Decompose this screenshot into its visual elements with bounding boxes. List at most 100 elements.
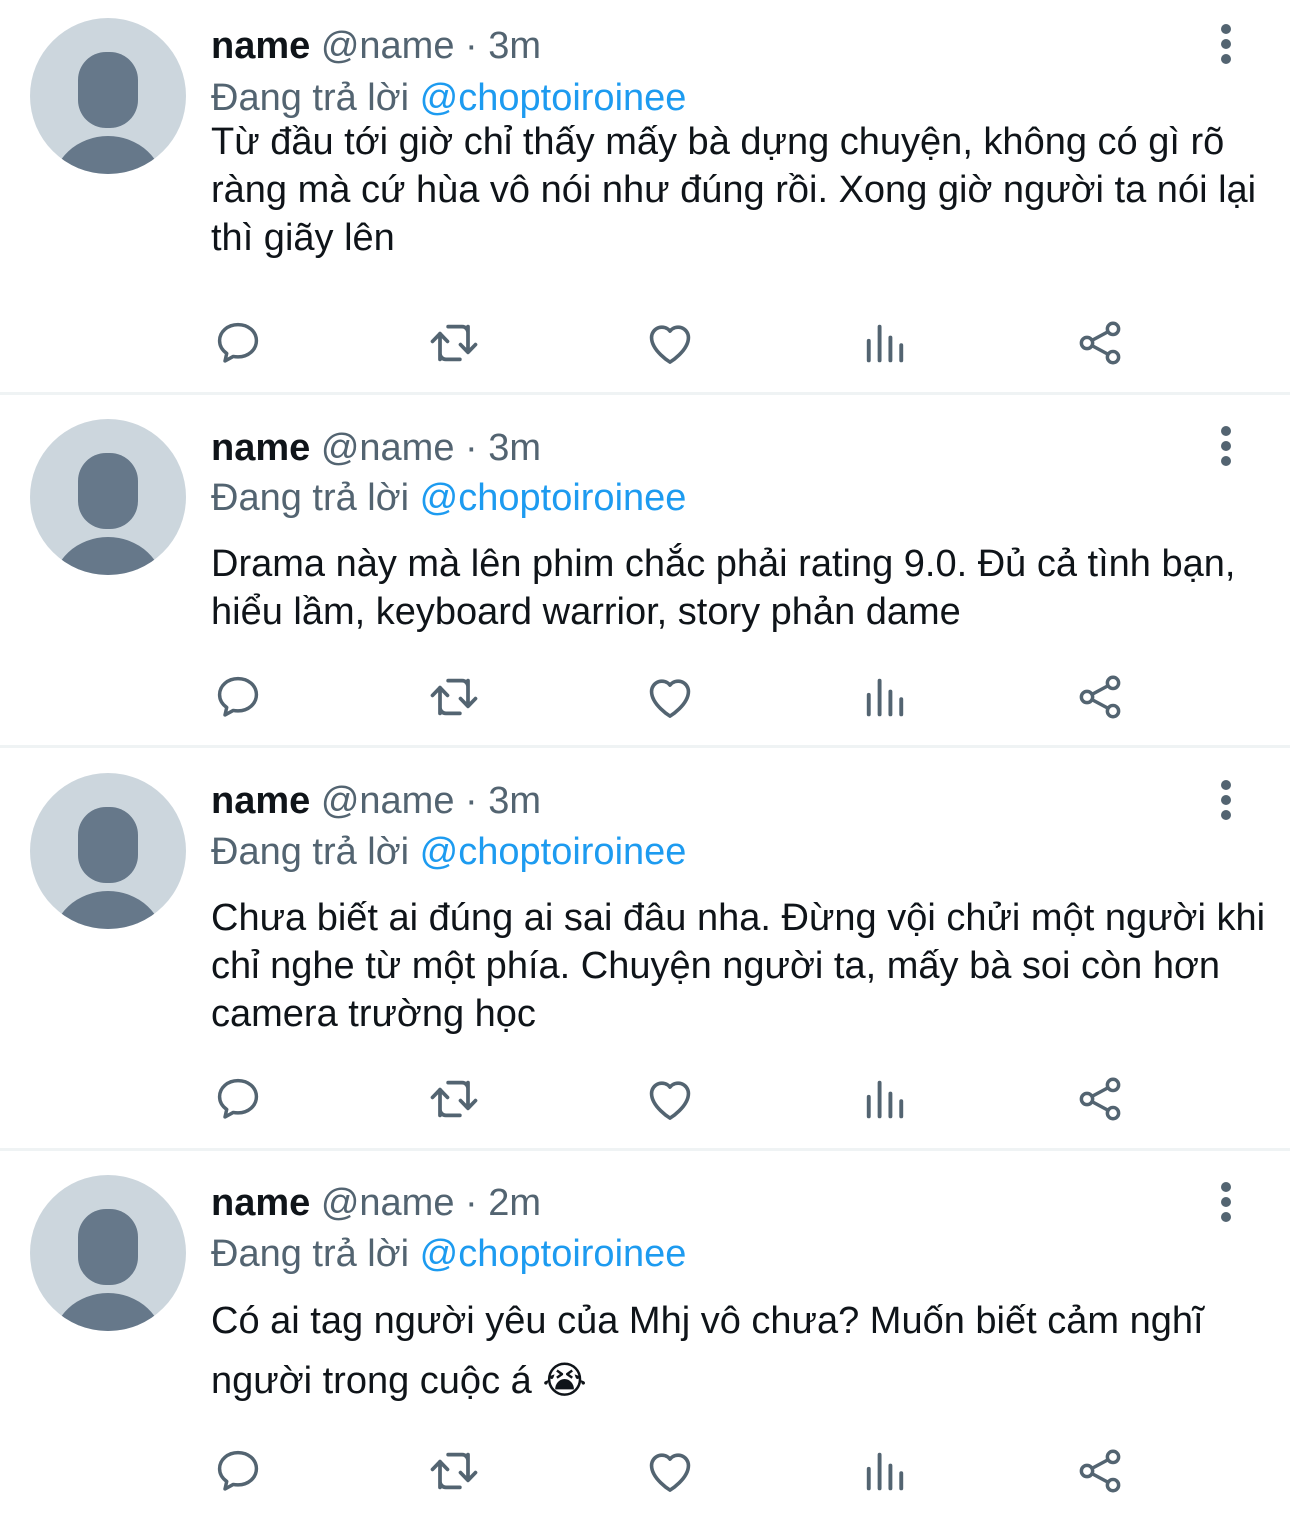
vertical-ellipsis-icon xyxy=(1221,1182,1231,1222)
replying-to: Đang trả lời @choptoiroinee xyxy=(211,74,686,122)
like-button[interactable] xyxy=(640,667,700,727)
retweet-icon xyxy=(430,1080,478,1118)
retweet-icon xyxy=(430,678,478,716)
bar-chart-icon xyxy=(866,324,904,363)
replying-to-label: Đang trả lời xyxy=(211,77,410,119)
tweet-header: name @name · 2m xyxy=(211,1179,541,1227)
default-avatar-icon xyxy=(54,807,162,929)
tweet-header: name @name · 3m xyxy=(211,777,541,825)
reply-button[interactable] xyxy=(208,1069,268,1129)
like-button[interactable] xyxy=(640,1069,700,1129)
avatar[interactable] xyxy=(30,1175,186,1331)
display-name[interactable]: name xyxy=(211,25,310,67)
retweet-button[interactable] xyxy=(424,1069,484,1129)
reply-button[interactable] xyxy=(208,313,268,373)
tweet[interactable]: name @name · 3m Đang trả lời @choptoiroi… xyxy=(0,0,1290,395)
replying-to-label: Đang trả lời xyxy=(211,831,410,873)
heart-icon xyxy=(649,1081,691,1120)
views-button[interactable] xyxy=(855,313,915,373)
replying-to-link[interactable]: @choptoiroinee xyxy=(420,477,687,519)
retweet-icon xyxy=(430,324,478,362)
replying-to: Đang trả lời @choptoiroinee xyxy=(211,1230,686,1278)
separator-dot: · xyxy=(465,427,478,469)
timestamp[interactable]: 3m xyxy=(488,427,541,469)
display-name[interactable]: name xyxy=(211,427,310,469)
replying-to-link[interactable]: @choptoiroinee xyxy=(420,831,687,873)
action-bar xyxy=(0,313,1290,373)
user-handle[interactable]: @name xyxy=(321,25,455,67)
tweet-header: name @name · 3m xyxy=(211,424,541,472)
retweet-icon xyxy=(430,1452,478,1490)
display-name[interactable]: name xyxy=(211,780,310,822)
user-handle[interactable]: @name xyxy=(321,427,455,469)
replying-to-label: Đang trả lời xyxy=(211,1233,410,1275)
display-name[interactable]: name xyxy=(211,1182,310,1224)
reply-button[interactable] xyxy=(208,667,268,727)
tweet-text: Drama này mà lên phim chắc phải rating 9… xyxy=(211,543,1247,633)
separator-dot: · xyxy=(465,25,478,67)
retweet-button[interactable] xyxy=(424,1441,484,1501)
like-button[interactable] xyxy=(640,1441,700,1501)
bar-chart-icon xyxy=(866,1452,904,1491)
tweet-text: Có ai tag người yêu của Mhj vô chưa? Muố… xyxy=(211,1300,1215,1402)
replying-to: Đang trả lời @choptoiroinee xyxy=(211,828,686,876)
timestamp[interactable]: 3m xyxy=(488,780,541,822)
views-button[interactable] xyxy=(855,1441,915,1501)
speech-bubble-icon xyxy=(217,1078,259,1119)
like-button[interactable] xyxy=(640,313,700,373)
share-icon xyxy=(1079,1077,1121,1121)
speech-bubble-icon xyxy=(217,322,259,363)
more-options-button[interactable] xyxy=(1206,778,1246,822)
share-button[interactable] xyxy=(1070,667,1130,727)
vertical-ellipsis-icon xyxy=(1221,780,1231,820)
more-options-button[interactable] xyxy=(1206,22,1246,66)
reply-feed: name @name · 3m Đang trả lời @choptoiroi… xyxy=(0,0,1290,1519)
heart-icon xyxy=(649,325,691,364)
views-button[interactable] xyxy=(855,1069,915,1129)
tweet[interactable]: name @name · 2m Đang trả lời @choptoiroi… xyxy=(0,1151,1290,1519)
avatar[interactable] xyxy=(30,18,186,174)
share-icon xyxy=(1079,321,1121,365)
timestamp[interactable]: 2m xyxy=(488,1182,541,1224)
views-button[interactable] xyxy=(855,667,915,727)
default-avatar-icon xyxy=(54,1209,162,1331)
bar-chart-icon xyxy=(866,678,904,717)
heart-icon xyxy=(649,1453,691,1492)
separator-dot: · xyxy=(465,780,478,822)
tweet-text: Chưa biết ai đúng ai sai đâu nha. Đừng v… xyxy=(211,897,1276,1035)
share-icon xyxy=(1079,675,1121,719)
speech-bubble-icon xyxy=(217,676,259,717)
action-bar xyxy=(0,667,1290,727)
share-button[interactable] xyxy=(1070,1069,1130,1129)
avatar[interactable] xyxy=(30,773,186,929)
retweet-button[interactable] xyxy=(424,313,484,373)
replying-to: Đang trả lời @choptoiroinee xyxy=(211,474,686,522)
speech-bubble-icon xyxy=(217,1450,259,1491)
action-bar xyxy=(0,1441,1290,1501)
share-icon xyxy=(1079,1449,1121,1493)
avatar[interactable] xyxy=(30,419,186,575)
retweet-button[interactable] xyxy=(424,667,484,727)
tweet-header: name @name · 3m xyxy=(211,22,541,70)
vertical-ellipsis-icon xyxy=(1221,24,1231,64)
default-avatar-icon xyxy=(54,453,162,575)
share-button[interactable] xyxy=(1070,313,1130,373)
action-bar xyxy=(0,1069,1290,1129)
replying-to-link[interactable]: @choptoiroinee xyxy=(420,1233,687,1275)
tweet[interactable]: name @name · 3m Đang trả lời @choptoiroi… xyxy=(0,395,1290,748)
more-options-button[interactable] xyxy=(1206,424,1246,468)
reply-button[interactable] xyxy=(208,1441,268,1501)
tweet[interactable]: name @name · 3m Đang trả lời @choptoiroi… xyxy=(0,748,1290,1151)
default-avatar-icon xyxy=(54,52,162,174)
tweet-text: Từ đầu tới giờ chỉ thấy mấy bà dựng chuy… xyxy=(211,121,1267,259)
replying-to-label: Đang trả lời xyxy=(211,477,410,519)
heart-icon xyxy=(649,679,691,718)
more-options-button[interactable] xyxy=(1206,1180,1246,1224)
share-button[interactable] xyxy=(1070,1441,1130,1501)
vertical-ellipsis-icon xyxy=(1221,426,1231,466)
timestamp[interactable]: 3m xyxy=(488,25,541,67)
user-handle[interactable]: @name xyxy=(321,1182,455,1224)
user-handle[interactable]: @name xyxy=(321,780,455,822)
separator-dot: · xyxy=(465,1182,478,1224)
replying-to-link[interactable]: @choptoiroinee xyxy=(420,77,687,119)
